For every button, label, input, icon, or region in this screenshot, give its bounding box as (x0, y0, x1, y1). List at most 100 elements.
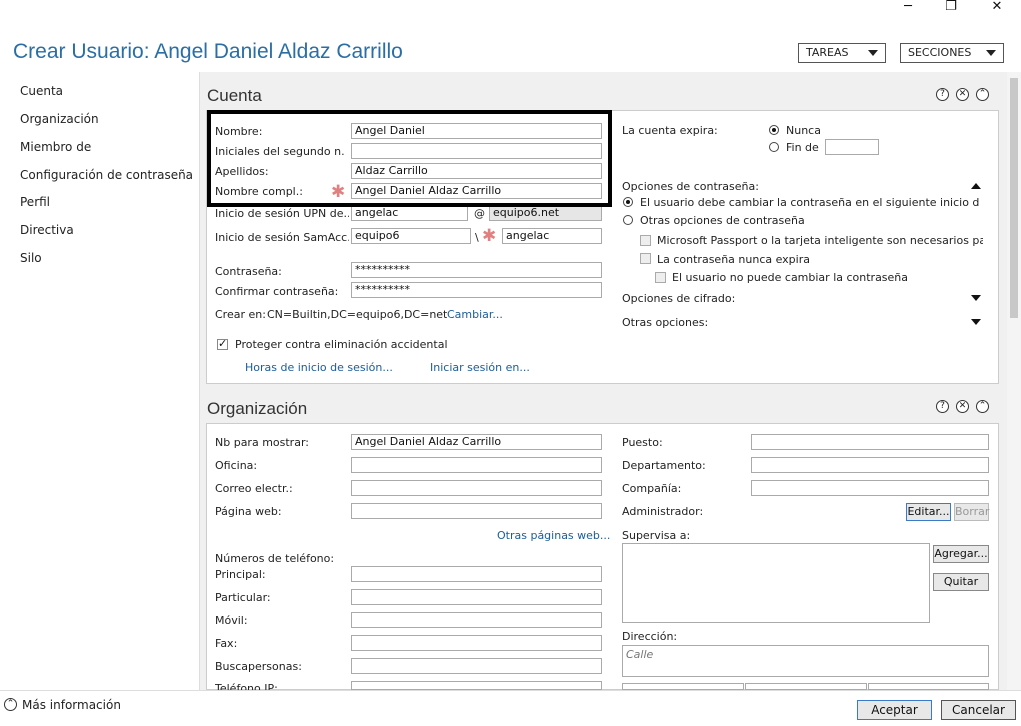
departamento-field[interactable] (751, 457, 989, 473)
sidebar-item-miembro-de[interactable]: Miembro de (20, 140, 91, 154)
borrar-button[interactable]: Borrar (954, 503, 989, 521)
secciones-dropdown[interactable]: SECCIONES (900, 43, 1004, 63)
supervisa-list[interactable] (622, 543, 930, 623)
upn-user-field[interactable]: angelac (351, 205, 468, 221)
oficina-field[interactable] (351, 457, 602, 473)
restore-button[interactable]: ❐ (931, 0, 971, 16)
sidebar-item-organizacion[interactable]: Organización (20, 112, 99, 126)
particular-label: Particular: (215, 591, 271, 604)
movil-field[interactable] (351, 612, 602, 628)
help-icon[interactable]: ? (936, 88, 949, 101)
debe-cambiar-label: El usuario debe cambiar la contraseña en… (640, 196, 980, 209)
mas-informacion-label[interactable]: Más información (22, 698, 121, 712)
particular-field[interactable] (351, 589, 602, 605)
iniciar-sesion-link[interactable]: Iniciar sesión en... (430, 361, 530, 374)
sam-label: Inicio de sesión SamAcc... (215, 231, 349, 244)
estado-field[interactable] (745, 683, 867, 690)
otras-opciones-label: Otras opciones de contraseña (640, 214, 805, 227)
buscapersonas-field[interactable] (351, 658, 602, 674)
telefono-ip-label: Teléfono IP: (215, 682, 278, 690)
aceptar-button[interactable]: Aceptar (857, 700, 932, 720)
numeros-telefono-label: Números de teléfono: (215, 552, 335, 565)
cuenta-expira-label: La cuenta expira: (622, 124, 718, 137)
correo-field[interactable] (351, 480, 602, 496)
sam-separator: \ (475, 231, 479, 244)
confirmar-contrasena-label: Confirmar contraseña: (215, 285, 339, 298)
compania-label: Compañía: (622, 482, 682, 495)
correo-label: Correo electr.: (215, 482, 293, 495)
secciones-label: SECCIONES (908, 46, 972, 59)
telefono-ip-field[interactable] (351, 681, 602, 690)
sam-user-field[interactable]: angelac (502, 228, 602, 244)
collapse-icon[interactable]: ⌃ (976, 400, 989, 413)
otras-opciones-section-label: Otras opciones: (622, 316, 709, 329)
nunca-radio[interactable] (769, 125, 779, 135)
movil-label: Móvil: (215, 614, 248, 627)
close-window-button[interactable]: ✕ (977, 0, 1017, 16)
contrasena-label: Contraseña: (215, 265, 282, 278)
pagina-web-label: Página web: (215, 505, 282, 518)
section-heading-organizacion: Organización (207, 399, 308, 418)
crear-en-label: Crear en: (215, 308, 266, 321)
proteger-checkbox[interactable] (217, 337, 228, 350)
highlight-box (207, 110, 612, 207)
principal-field[interactable] (351, 566, 602, 582)
cambiar-link[interactable]: Cambiar... (447, 308, 503, 321)
puesto-label: Puesto: (622, 436, 663, 449)
upn-label: Inicio de sesión UPN de... (215, 207, 349, 220)
direccion-label: Dirección: (622, 630, 678, 643)
minimize-button[interactable]: ─ (888, 0, 928, 16)
debe-cambiar-radio[interactable] (623, 197, 633, 207)
tareas-dropdown[interactable]: TAREAS (798, 43, 886, 63)
fin-de-field[interactable] (825, 139, 879, 155)
calle-field[interactable]: Calle (622, 645, 989, 677)
fax-field[interactable] (351, 635, 602, 651)
otras-opciones-radio[interactable] (623, 215, 633, 225)
chevron-down-icon (868, 50, 878, 56)
nb-mostrar-field[interactable]: Angel Daniel Aldaz Carrillo (351, 434, 602, 450)
help-icon[interactable]: ? (936, 400, 949, 413)
scrollbar-thumb[interactable] (1010, 78, 1018, 318)
codigo-postal-field[interactable] (868, 683, 989, 690)
proteger-label: Proteger contra eliminación accidental (235, 338, 448, 351)
cancelar-button[interactable]: Cancelar (941, 700, 1016, 720)
sidebar-item-perfil[interactable]: Perfil (20, 195, 50, 209)
expand-up-icon[interactable]: ⌃ (4, 698, 17, 711)
close-icon[interactable]: ✕ (956, 400, 969, 413)
agregar-button[interactable]: Agregar... (933, 545, 989, 563)
quitar-button[interactable]: Quitar (933, 573, 989, 591)
sidebar-item-cuenta[interactable]: Cuenta (20, 84, 63, 98)
sam-domain-field[interactable]: equipo6 (351, 228, 471, 244)
fin-de-radio[interactable] (769, 142, 779, 152)
editar-button[interactable]: Editar... (906, 503, 951, 521)
section-heading-cuenta: Cuenta (207, 86, 262, 105)
puesto-field[interactable] (751, 434, 989, 450)
pagina-web-field[interactable] (351, 503, 602, 519)
chevron-down-icon[interactable] (971, 295, 981, 301)
passport-checkbox[interactable] (640, 235, 651, 246)
fin-de-label: Fin de (786, 141, 819, 154)
otras-paginas-web-link[interactable]: Otras páginas web... (497, 529, 610, 542)
nunca-expira-checkbox[interactable] (640, 253, 651, 264)
passport-label: Microsoft Passport o la tarjeta intelige… (657, 234, 983, 247)
chevron-up-icon[interactable] (971, 183, 981, 189)
ciudad-field[interactable] (622, 683, 744, 690)
tareas-label: TAREAS (806, 46, 849, 59)
collapse-icon[interactable]: ⌃ (976, 88, 989, 101)
sidebar-item-silo[interactable]: Silo (20, 251, 42, 265)
vertical-scrollbar[interactable] (1007, 72, 1021, 690)
supervisa-label: Supervisa a: (622, 529, 691, 542)
sidebar-item-config-contrasena[interactable]: Configuración de contraseña (20, 168, 193, 182)
confirmar-contrasena-field[interactable]: ********** (351, 282, 602, 298)
buscapersonas-label: Buscapersonas: (215, 660, 302, 673)
contrasena-field[interactable]: ********** (351, 262, 602, 278)
chevron-down-icon[interactable] (971, 319, 981, 325)
close-icon[interactable]: ✕ (956, 88, 969, 101)
no-puede-cambiar-checkbox[interactable] (655, 272, 666, 283)
compania-field[interactable] (751, 480, 989, 496)
chevron-down-icon (986, 50, 996, 56)
page-title: Crear Usuario: Angel Daniel Aldaz Carril… (13, 40, 403, 63)
upn-domain-select[interactable]: equipo6.net (489, 205, 602, 221)
horas-inicio-link[interactable]: Horas de inicio de sesión... (245, 361, 393, 374)
sidebar-item-directiva[interactable]: Directiva (20, 223, 74, 237)
